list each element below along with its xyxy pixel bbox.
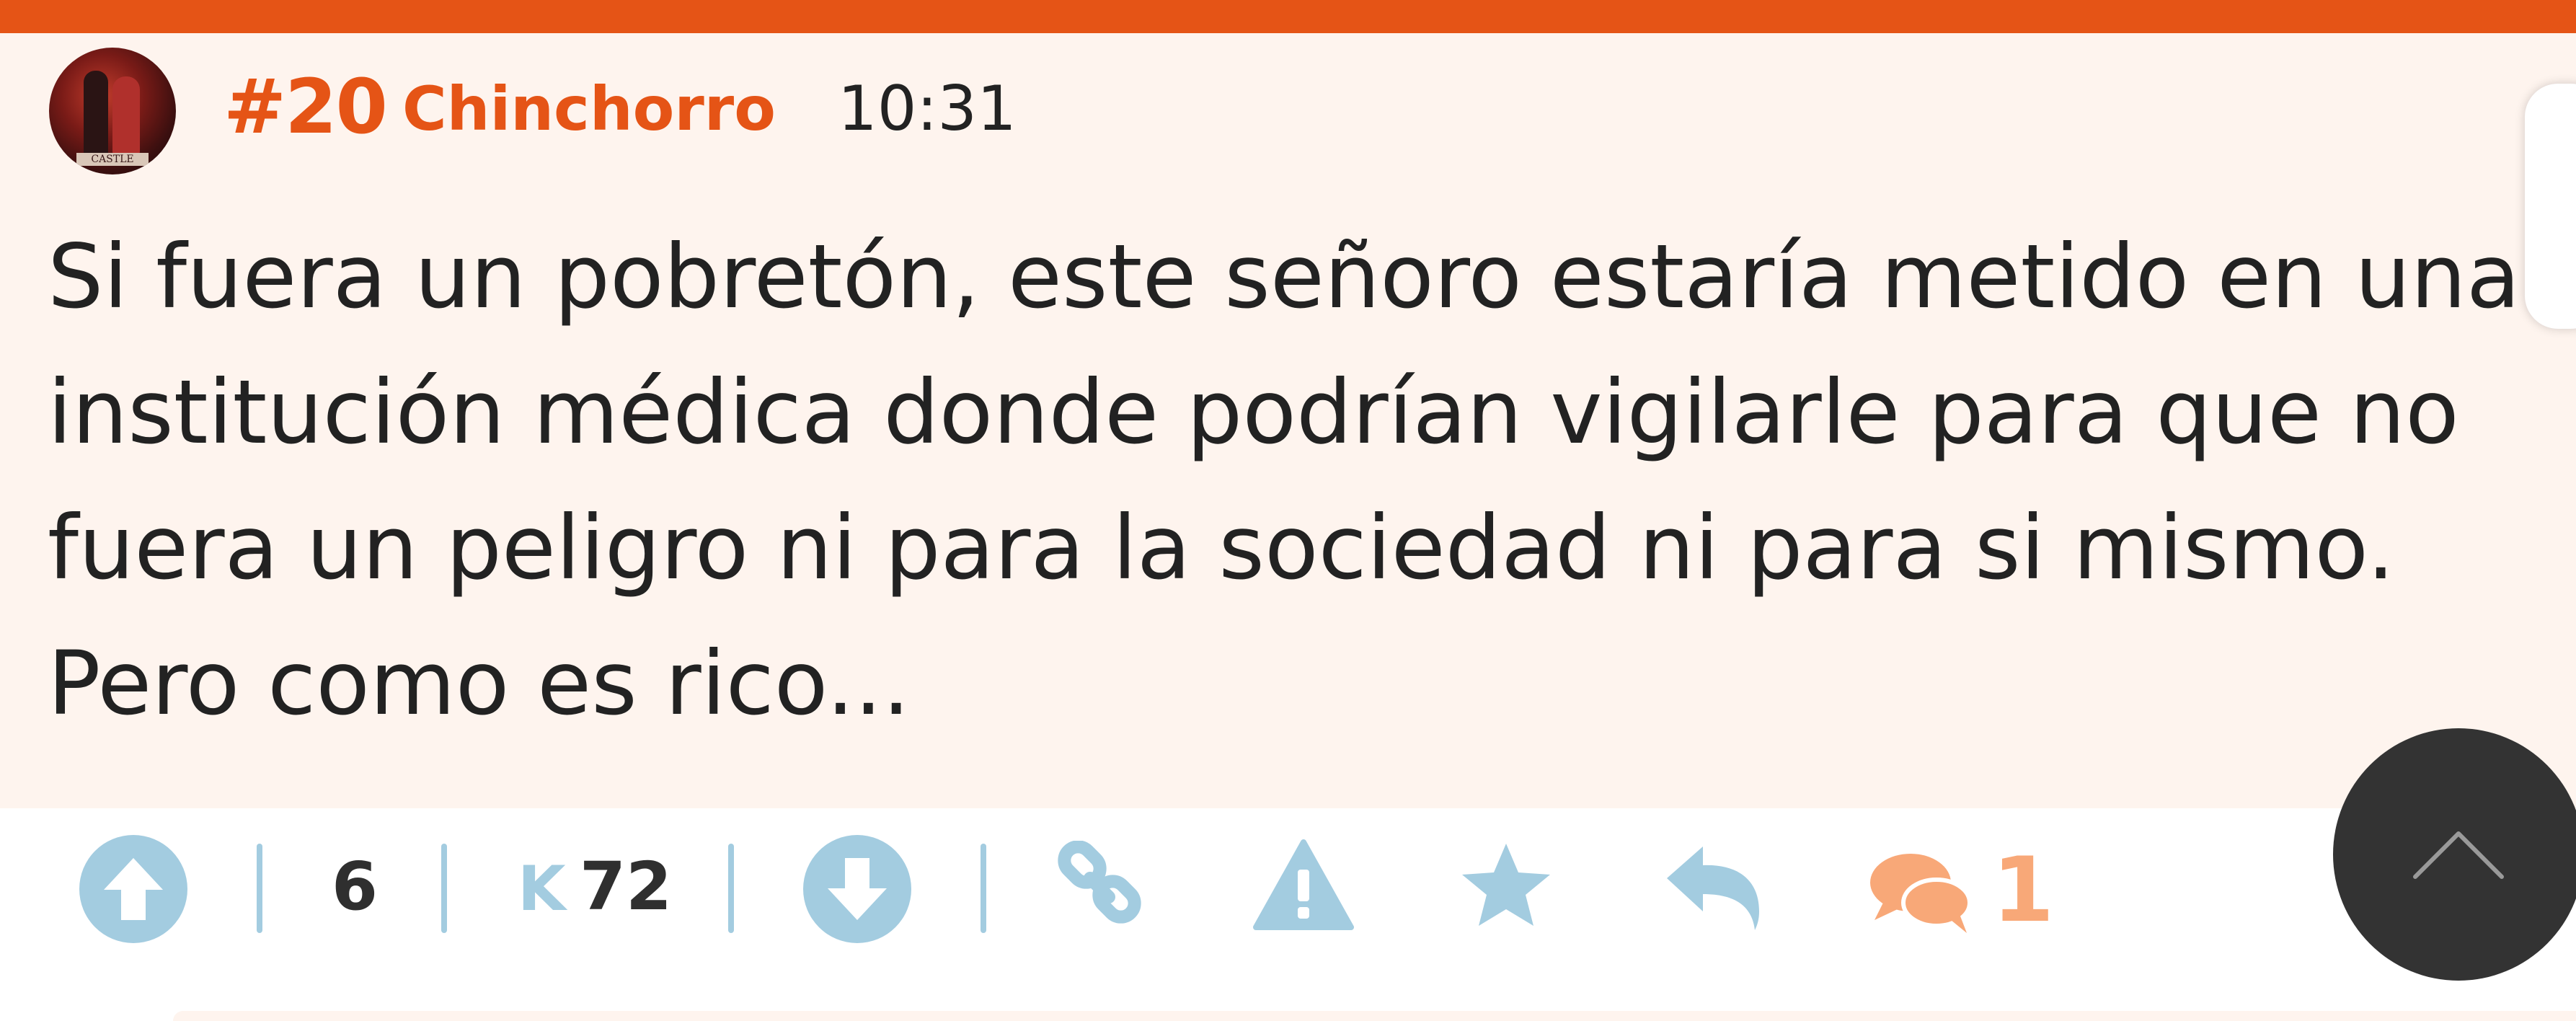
avatar-caption: CASTLE [76,153,149,166]
downvote-button[interactable] [803,835,911,943]
separator [257,844,262,933]
arrow-up-circle-icon [104,858,163,920]
separator [728,844,734,933]
karma-label: K [518,853,566,925]
comment-time: 10:31 [838,73,1017,145]
next-comment-edge [173,1011,2576,1021]
replies-count[interactable]: 1 [1992,836,2054,945]
comment-body: Si fuera un pobretón, este señoro estarí… [48,226,2520,735]
top-accent-bar [0,0,2576,33]
avatar-figure [112,76,140,156]
separator [441,844,447,933]
star-icon[interactable] [1459,841,1553,932]
arrow-down-circle-icon [828,858,887,920]
user-avatar[interactable]: CASTLE [49,48,176,174]
speech-bubbles-icon[interactable] [1867,849,1974,936]
scroll-to-top-button[interactable] [2333,728,2576,981]
comment-number[interactable]: #20 [223,63,388,150]
side-panel-edge[interactable] [2525,84,2576,329]
chevron-up-icon [2413,831,2504,879]
link-icon[interactable] [1053,841,1146,934]
reply-arrow-icon[interactable] [1663,842,1763,932]
separator [981,844,986,933]
vote-count: 6 [332,848,379,925]
avatar-figure [84,71,108,156]
warning-triangle-icon[interactable] [1253,838,1354,932]
karma-value: 72 [580,848,673,925]
upvote-button[interactable] [79,835,187,943]
comment-username[interactable]: Chinchorro [402,69,776,149]
